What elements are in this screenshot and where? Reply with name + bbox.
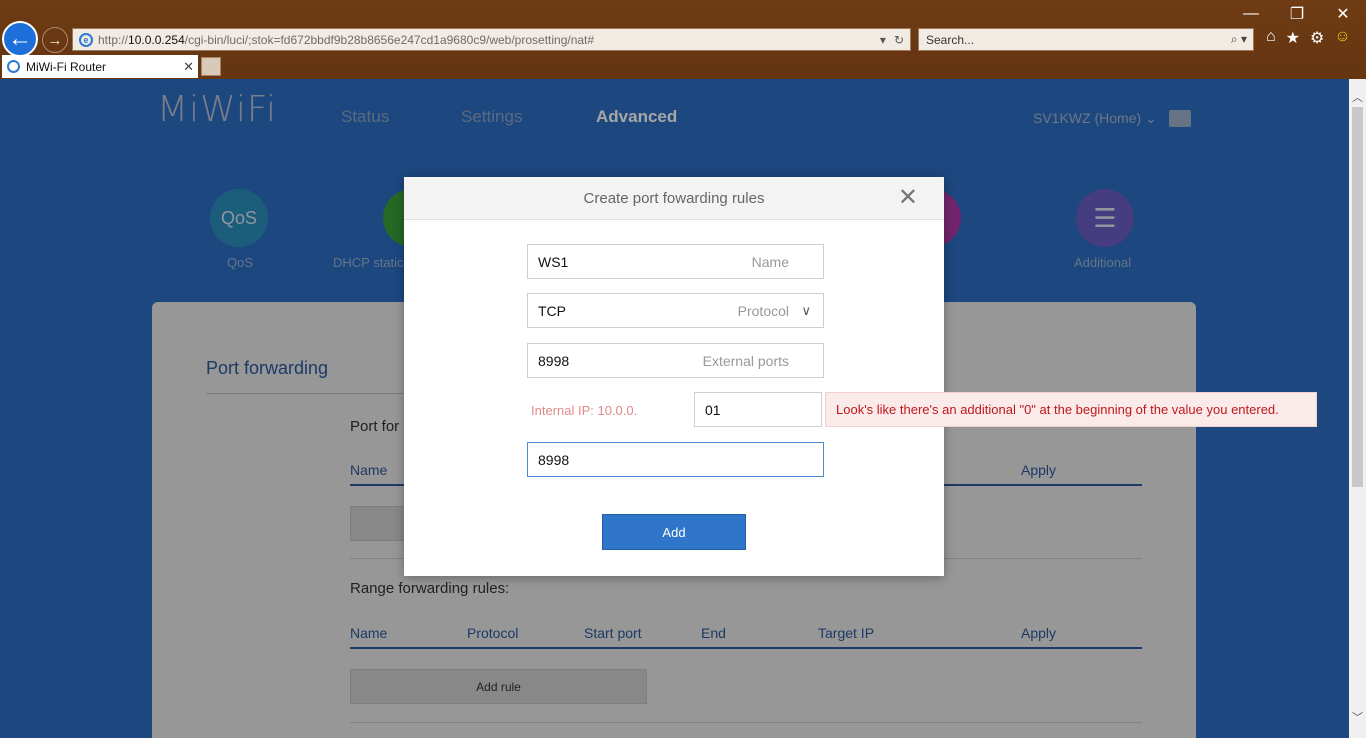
- search-icon[interactable]: ⌕ ▾: [1231, 32, 1253, 47]
- forward-arrow-icon[interactable]: →: [42, 27, 68, 53]
- tab-close-icon[interactable]: ✕: [183, 59, 194, 75]
- search-placeholder: Search...: [926, 32, 975, 47]
- external-ports-value: 8998: [538, 352, 570, 369]
- internal-port-value: 8998: [538, 451, 570, 468]
- create-rule-dialog: Create port fowarding rules ✕ WS1 Name T…: [404, 177, 944, 576]
- dialog-title: Create port fowarding rules: [404, 177, 944, 220]
- protocol-value: TCP: [538, 302, 566, 319]
- rule-name-input[interactable]: WS1 Name: [527, 244, 824, 279]
- scroll-down-icon[interactable]: ﹀: [1352, 709, 1363, 725]
- restore-icon[interactable]: ❐: [1274, 0, 1320, 28]
- internal-ip-value: 01: [705, 401, 721, 418]
- browser-titlebar: — ❐ ✕ ← → e http://10.0.0.254/cgi-bin/lu…: [0, 0, 1366, 79]
- internal-ip-input[interactable]: 01: [694, 392, 822, 427]
- internal-ip-label: Internal IP: 10.0.0.: [531, 403, 638, 418]
- rule-name-value: WS1: [538, 253, 569, 270]
- add-button[interactable]: Add: [602, 514, 746, 550]
- scroll-up-icon[interactable]: ︿: [1352, 89, 1363, 105]
- tab-title: MiWi-Fi Router: [26, 59, 106, 74]
- chevron-down-icon: ∨: [801, 303, 811, 318]
- dropdown-arrow-icon[interactable]: ▾: [880, 33, 886, 47]
- tab-strip: MiWi-Fi Router ✕: [0, 55, 1366, 79]
- feedback-smiley-icon[interactable]: ☺: [1334, 28, 1350, 48]
- favorites-star-icon[interactable]: ★: [1286, 28, 1300, 48]
- rule-name-hint: Name: [751, 253, 789, 270]
- tab-miwifi[interactable]: MiWi-Fi Router ✕: [2, 55, 198, 78]
- search-bar[interactable]: Search... ⌕ ▾: [918, 28, 1254, 51]
- validation-tooltip: Look's like there's an additional "0" at…: [825, 392, 1317, 427]
- external-ports-input[interactable]: 8998 External ports: [527, 343, 824, 378]
- external-ports-hint: External ports: [702, 352, 789, 369]
- ie-page-icon: e: [79, 32, 93, 47]
- browser-tools: ⌂ ★ ⚙ ☺: [1266, 28, 1351, 48]
- protocol-select[interactable]: TCP Protocol ∨: [527, 293, 824, 328]
- close-window-icon[interactable]: ✕: [1320, 0, 1366, 28]
- page-viewport: MiWiFi Status Settings Advanced SV1KWZ (…: [0, 79, 1349, 738]
- url-prefix: http://: [98, 32, 129, 47]
- new-tab-button[interactable]: [201, 57, 221, 76]
- minimize-icon[interactable]: —: [1228, 0, 1274, 28]
- window-controls: — ❐ ✕: [1228, 0, 1366, 28]
- scroll-thumb[interactable]: [1352, 107, 1363, 487]
- internal-port-input[interactable]: 8998: [527, 442, 824, 477]
- back-arrow-icon[interactable]: ←: [2, 21, 38, 57]
- home-icon[interactable]: ⌂: [1266, 28, 1276, 48]
- close-icon[interactable]: ✕: [898, 186, 918, 210]
- url-path: /cgi-bin/luci/;stok=fd672bbdf9b28b8656e2…: [184, 32, 595, 47]
- settings-gear-icon[interactable]: ⚙: [1310, 28, 1324, 48]
- address-tools: ▾ ↻: [880, 33, 910, 47]
- refresh-icon[interactable]: ↻: [894, 33, 904, 47]
- address-bar[interactable]: e http://10.0.0.254/cgi-bin/luci/;stok=f…: [72, 28, 911, 51]
- ie-tab-icon: [7, 60, 20, 73]
- page-scrollbar[interactable]: ︿ ﹀: [1349, 79, 1366, 738]
- url-host: 10.0.0.254: [128, 32, 185, 47]
- protocol-hint: Protocol: [737, 302, 789, 319]
